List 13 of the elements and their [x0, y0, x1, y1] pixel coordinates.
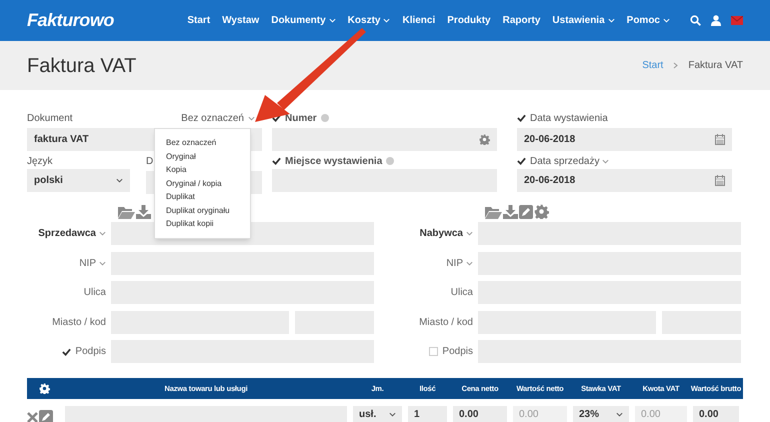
- field-label: Miejsce wystawienia: [285, 154, 382, 168]
- field-label: D: [146, 154, 154, 168]
- field-label: Podpis: [75, 345, 106, 359]
- field-label: Język: [27, 154, 54, 168]
- field-label: Data wystawienia: [530, 112, 608, 126]
- field-label: Podpis: [442, 345, 473, 359]
- field-label: Numer: [285, 112, 317, 126]
- field-label: Miasto / kod: [51, 316, 106, 330]
- field-label: Dokument: [27, 112, 73, 126]
- field-label: Ulica: [82, 286, 106, 300]
- field-label: Miasto / kod: [418, 316, 473, 330]
- field-label: Ulica: [450, 286, 473, 300]
- page-title: Faktura VAT: [27, 54, 136, 78]
